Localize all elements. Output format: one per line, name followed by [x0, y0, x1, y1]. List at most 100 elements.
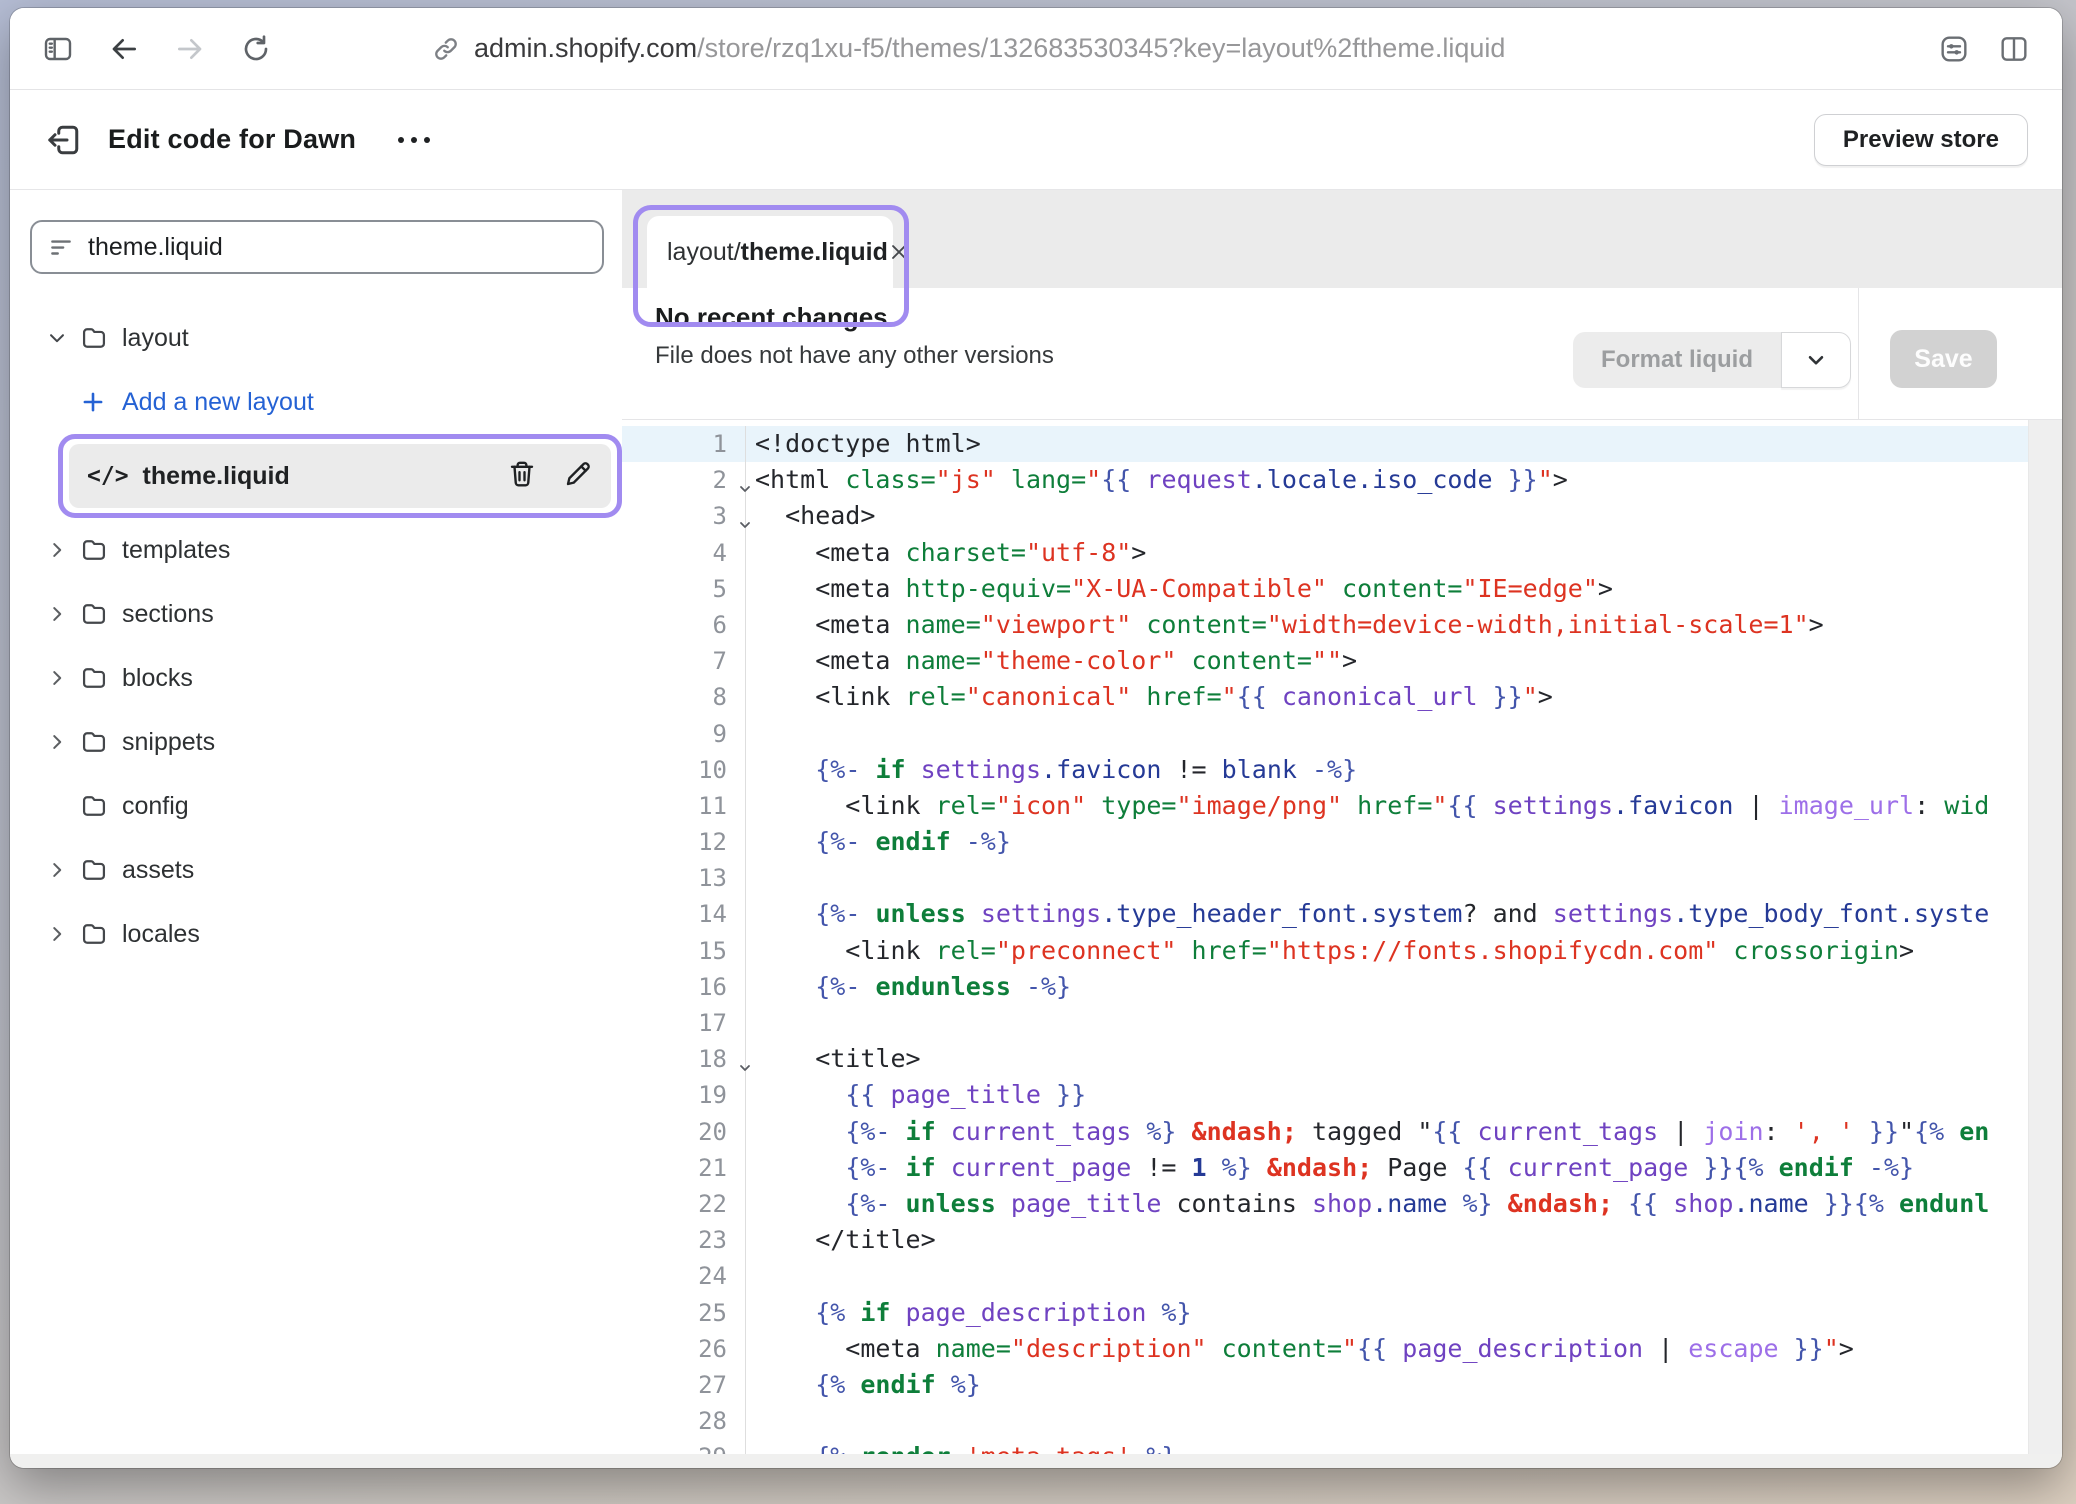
link-icon — [432, 35, 460, 63]
code-line-5[interactable]: 5 <meta http-equiv="X-UA-Compatible" con… — [622, 571, 2028, 607]
code-line-2[interactable]: 2<html class="js" lang="{{ request.local… — [622, 462, 2028, 498]
code-text: <html class="js" lang="{{ request.locale… — [746, 462, 2028, 498]
close-tab-icon[interactable] — [888, 241, 910, 263]
sidebar-toggle-icon[interactable] — [40, 31, 76, 67]
line-number: 10 — [622, 752, 746, 788]
code-text: {%- endunless -%} — [746, 969, 2028, 1005]
code-line-16[interactable]: 16 {%- endunless -%} — [622, 969, 2028, 1005]
line-number: 1 — [622, 426, 746, 462]
line-number: 19 — [622, 1077, 746, 1113]
code-text — [746, 716, 2028, 752]
line-number: 3 — [622, 498, 746, 534]
save-button[interactable]: Save — [1890, 330, 1997, 388]
format-liquid-button[interactable]: Format liquid — [1573, 332, 1851, 388]
tree-item-label: locales — [122, 920, 200, 949]
code-line-7[interactable]: 7 <meta name="theme-color" content=""> — [622, 643, 2028, 679]
editor-scrollbar[interactable] — [2028, 420, 2062, 1454]
format-liquid-dropdown[interactable] — [1781, 332, 1851, 388]
chevron-right-icon[interactable] — [44, 923, 70, 945]
code-line-26[interactable]: 26 <meta name="description" content="{{ … — [622, 1331, 2028, 1367]
code-line-6[interactable]: 6 <meta name="viewport" content="width=d… — [622, 607, 2028, 643]
folder-icon — [80, 920, 110, 948]
code-line-9[interactable]: 9 — [622, 716, 2028, 752]
line-number: 12 — [622, 824, 746, 860]
tree-item-templates[interactable]: templates — [10, 518, 622, 582]
tree-item-sections[interactable]: sections — [10, 582, 622, 646]
chevron-right-icon[interactable] — [44, 859, 70, 881]
chevron-down-icon[interactable] — [44, 327, 70, 349]
back-icon[interactable] — [106, 31, 142, 67]
code-line-3[interactable]: 3 <head> — [622, 498, 2028, 534]
tree-item-config[interactable]: config — [10, 774, 622, 838]
delete-file-icon[interactable] — [507, 459, 537, 494]
tree-item-blocks[interactable]: blocks — [10, 646, 622, 710]
code-text: {%- endif -%} — [746, 824, 2028, 860]
forward-icon[interactable] — [172, 31, 208, 67]
chevron-right-icon[interactable] — [44, 603, 70, 625]
code-line-10[interactable]: 10 {%- if settings.favicon != blank -%} — [622, 752, 2028, 788]
code-editor[interactable]: 1<!doctype html>2<html class="js" lang="… — [622, 420, 2028, 1454]
code-text — [746, 860, 2028, 896]
code-line-17[interactable]: 17 — [622, 1005, 2028, 1041]
split-view-icon[interactable] — [1996, 31, 2032, 67]
code-line-8[interactable]: 8 <link rel="canonical" href="{{ canonic… — [622, 679, 2028, 715]
line-number: 13 — [622, 860, 746, 896]
code-line-22[interactable]: 22 {%- unless page_title contains shop.n… — [622, 1186, 2028, 1222]
code-text: <meta name="description" content="{{ pag… — [746, 1331, 2028, 1367]
folder-icon — [80, 792, 110, 820]
version-status: No recent changes File does not have any… — [655, 302, 1054, 370]
page-settings-icon[interactable] — [1936, 31, 1972, 67]
tree-item-locales[interactable]: locales — [10, 902, 622, 966]
tree-item-theme-liquid[interactable]: </>theme.liquid — [69, 444, 611, 508]
code-line-21[interactable]: 21 {%- if current_page != 1 %} &ndash; P… — [622, 1150, 2028, 1186]
code-line-29[interactable]: 29 {% render 'meta-tags' %} — [622, 1439, 2028, 1454]
chevron-right-icon[interactable] — [44, 731, 70, 753]
code-line-12[interactable]: 12 {%- endif -%} — [622, 824, 2028, 860]
preview-store-button[interactable]: Preview store — [1814, 114, 2028, 166]
line-number: 26 — [622, 1331, 746, 1367]
tree-item-add-a-new-layout[interactable]: Add a new layout — [10, 370, 622, 434]
tree-item-assets[interactable]: assets — [10, 838, 622, 902]
code-line-14[interactable]: 14 {%- unless settings.type_header_font.… — [622, 896, 2028, 932]
tree-item-snippets[interactable]: snippets — [10, 710, 622, 774]
page-title: Edit code for Dawn — [108, 124, 356, 155]
line-number: 18 — [622, 1041, 746, 1077]
code-line-19[interactable]: 19 {{ page_title }} — [622, 1077, 2028, 1113]
code-line-18[interactable]: 18 <title> — [622, 1041, 2028, 1077]
code-line-24[interactable]: 24 — [622, 1258, 2028, 1294]
chevron-right-icon[interactable] — [44, 539, 70, 561]
code-text: {%- if current_page != 1 %} &ndash; Page… — [746, 1150, 2028, 1186]
code-text: {%- unless settings.type_header_font.sys… — [746, 896, 2028, 932]
code-line-1[interactable]: 1<!doctype html> — [622, 426, 2028, 462]
chevron-right-icon[interactable] — [44, 667, 70, 689]
rename-file-icon[interactable] — [563, 459, 593, 494]
file-tree: layoutAdd a new layout </>theme.liquid tem… — [10, 306, 622, 966]
tree-item-label: theme.liquid — [143, 462, 290, 491]
code-line-4[interactable]: 4 <meta charset="utf-8"> — [622, 535, 2028, 571]
code-line-11[interactable]: 11 <link rel="icon" type="image/png" hre… — [622, 788, 2028, 824]
file-search-input[interactable]: theme.liquid — [30, 220, 604, 274]
code-line-20[interactable]: 20 {%- if current_tags %} &ndash; tagged… — [622, 1114, 2028, 1150]
folder-icon — [80, 856, 110, 884]
tree-item-label: blocks — [122, 664, 193, 693]
code-text: {%- if settings.favicon != blank -%} — [746, 752, 2028, 788]
code-line-27[interactable]: 27 {% endif %} — [622, 1367, 2028, 1403]
code-line-25[interactable]: 25 {% if page_description %} — [622, 1295, 2028, 1331]
address-bar[interactable]: admin.shopify.com/store/rzq1xu-f5/themes… — [432, 33, 1505, 64]
code-line-13[interactable]: 13 — [622, 860, 2028, 896]
code-text: {%- if current_tags %} &ndash; tagged "{… — [746, 1114, 2028, 1150]
code-line-23[interactable]: 23 </title> — [622, 1222, 2028, 1258]
format-liquid-label[interactable]: Format liquid — [1573, 332, 1781, 388]
code-line-28[interactable]: 28 — [622, 1403, 2028, 1439]
tab-theme-liquid[interactable]: layout/theme.liquid — [647, 216, 893, 288]
code-line-15[interactable]: 15 <link rel="preconnect" href="https://… — [622, 933, 2028, 969]
code-text: <title> — [746, 1041, 2028, 1077]
exit-editor-icon[interactable] — [44, 120, 84, 160]
more-actions-icon[interactable] — [390, 129, 438, 151]
code-text: <head> — [746, 498, 2028, 534]
tree-item-layout[interactable]: layout — [10, 306, 622, 370]
filter-icon — [48, 234, 74, 260]
reload-icon[interactable] — [238, 31, 274, 67]
code-text — [746, 1258, 2028, 1294]
editor-toolbar: No recent changes File does not have any… — [622, 288, 2062, 420]
